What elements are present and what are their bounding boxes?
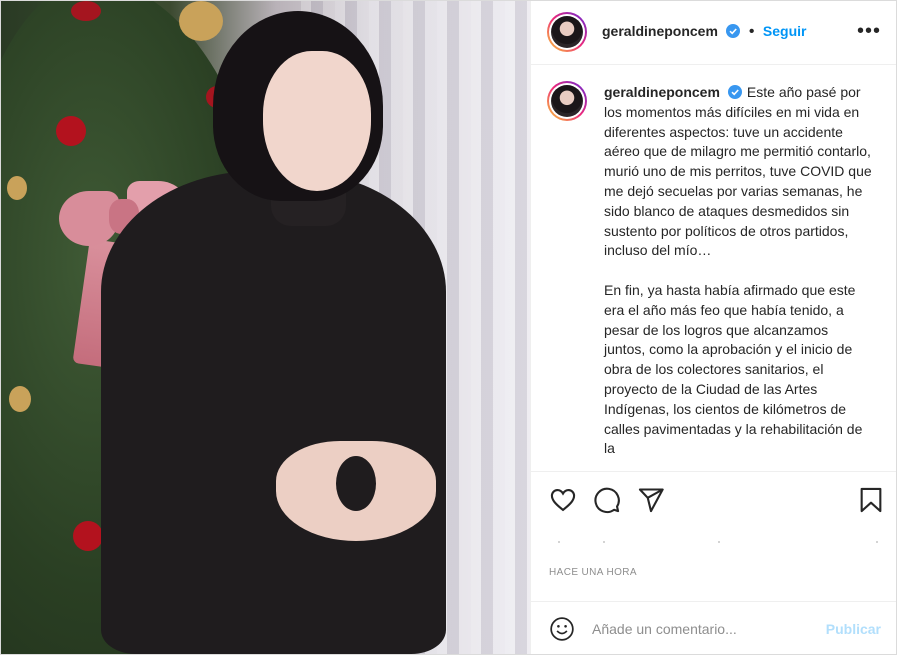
username[interactable]: geraldineponcem	[602, 23, 718, 39]
caption-username[interactable]: geraldineponcem	[604, 84, 720, 100]
comment-icon[interactable]	[593, 486, 621, 514]
ornament	[73, 521, 103, 551]
person-body	[101, 171, 446, 654]
verified-badge-icon	[726, 24, 741, 38]
emoji-icon[interactable]	[549, 616, 575, 642]
ornament	[71, 1, 101, 21]
publish-button[interactable]: Publicar	[826, 621, 881, 637]
post-header: geraldineponcem • Seguir •••	[531, 1, 896, 65]
post-timestamp[interactable]: HACE UNA HORA	[549, 567, 637, 578]
post-photo[interactable]	[1, 1, 530, 654]
caption-area: geraldineponcem Este año pasé por los mom…	[531, 65, 896, 470]
caption-text: Este año pasé por los momentos más difíc…	[604, 84, 872, 457]
comment-bar: Añade un comentario... Publicar	[531, 601, 896, 654]
ornament	[179, 1, 223, 41]
ornament	[56, 116, 86, 146]
bookmark-icon[interactable]	[857, 486, 885, 514]
ornament	[9, 386, 31, 412]
share-icon[interactable]	[637, 486, 665, 514]
verified-badge-icon	[727, 85, 742, 99]
heart-icon[interactable]	[549, 486, 577, 514]
caption-avatar[interactable]	[547, 81, 587, 121]
post-dialog: geraldineponcem • Seguir ••• geraldinepo…	[0, 0, 897, 655]
likes-row-faint	[558, 541, 878, 543]
separator-dot: •	[748, 23, 755, 40]
comment-input[interactable]: Añade un comentario...	[592, 621, 737, 637]
person-face	[263, 51, 371, 191]
caption-text-block: geraldineponcem Este año pasé por los mom…	[604, 83, 872, 459]
ornament	[7, 176, 27, 200]
heart-shape	[336, 456, 376, 511]
action-bar	[531, 471, 896, 532]
more-options-icon[interactable]: •••	[857, 21, 881, 41]
post-side-panel: geraldineponcem • Seguir ••• geraldinepo…	[530, 1, 896, 654]
avatar[interactable]	[547, 12, 587, 52]
follow-button[interactable]: Seguir	[763, 23, 807, 39]
